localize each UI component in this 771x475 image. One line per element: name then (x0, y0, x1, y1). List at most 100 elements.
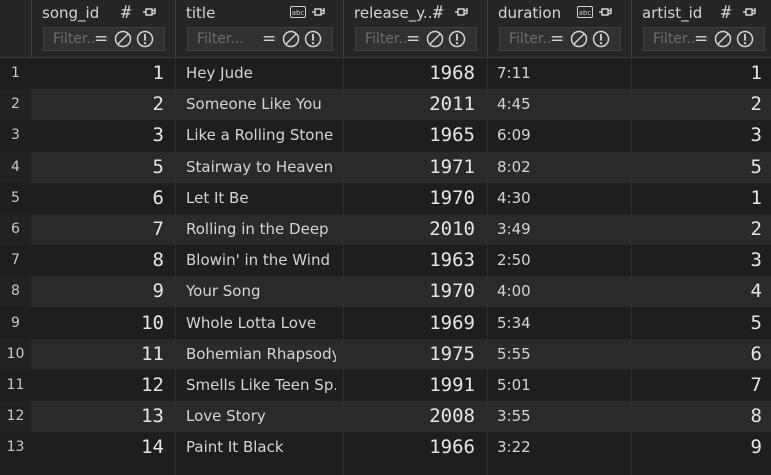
column-header-artist-id[interactable]: artist_id # = (631, 0, 771, 57)
column-header-title[interactable]: title abc = (175, 0, 343, 57)
column-header-release-year[interactable]: release_y... # = (343, 0, 487, 57)
cell-song-id[interactable]: 13 (31, 401, 164, 432)
table-row[interactable]: 6 7 Rolling in the Deep 2010 3:49 2 (0, 214, 771, 245)
pin-icon[interactable] (599, 4, 615, 20)
null-icon[interactable] (570, 30, 588, 48)
cell-release-year[interactable]: 1963 (343, 245, 475, 276)
pin-icon[interactable] (312, 4, 328, 20)
cell-release-year[interactable]: 1991 (343, 370, 475, 401)
info-icon[interactable] (736, 30, 754, 48)
cell-duration[interactable]: 7:11 (497, 58, 617, 89)
cell-artist-id[interactable]: 9 (631, 432, 762, 463)
cell-release-year[interactable]: 1971 (343, 152, 475, 183)
cell-title[interactable]: Whole Lotta Love (186, 308, 336, 339)
table-row[interactable]: 1 1 Hey Jude 1968 7:11 1 (0, 58, 771, 89)
cell-title[interactable]: Like a Rolling Stone (186, 120, 336, 151)
cell-release-year[interactable]: 2008 (343, 401, 475, 432)
pin-icon[interactable] (743, 4, 759, 20)
info-icon[interactable] (304, 30, 322, 48)
cell-artist-id[interactable]: 1 (631, 58, 762, 89)
cell-song-id[interactable]: 5 (31, 152, 164, 183)
filter-input[interactable] (188, 28, 262, 50)
cell-release-year[interactable]: 1966 (343, 432, 475, 463)
cell-title[interactable]: Smells Like Teen Sp... (186, 370, 336, 401)
cell-song-id[interactable]: 8 (31, 245, 164, 276)
column-divider[interactable] (487, 57, 488, 475)
cell-song-id[interactable]: 6 (31, 183, 164, 214)
cell-duration[interactable]: 5:34 (497, 308, 617, 339)
table-row[interactable]: 4 5 Stairway to Heaven 1971 8:02 5 (0, 151, 771, 183)
info-icon[interactable] (136, 30, 154, 48)
cell-song-id[interactable]: 1 (31, 58, 164, 89)
cell-duration[interactable]: 3:49 (497, 214, 617, 245)
cell-artist-id[interactable]: 1 (631, 183, 762, 214)
cell-song-id[interactable]: 9 (31, 276, 164, 307)
cell-duration[interactable]: 3:55 (497, 401, 617, 432)
info-icon[interactable] (448, 30, 466, 48)
table-row[interactable]: 10 11 Bohemian Rhapsody 1975 5:55 6 (0, 338, 771, 370)
cell-duration[interactable]: 4:00 (497, 276, 617, 307)
table-row[interactable]: 13 14 Paint It Black 1966 3:22 9 (0, 432, 771, 464)
cell-duration[interactable]: 4:30 (497, 183, 617, 214)
cell-title[interactable]: Paint It Black (186, 432, 336, 463)
column-divider[interactable] (175, 57, 176, 475)
cell-song-id[interactable]: 7 (31, 214, 164, 245)
equals-icon[interactable]: = (694, 29, 708, 49)
equals-icon[interactable]: = (406, 29, 420, 49)
cell-release-year[interactable]: 1969 (343, 308, 475, 339)
equals-icon[interactable]: = (550, 29, 564, 49)
table-row[interactable]: 3 3 Like a Rolling Stone 1965 6:09 3 (0, 120, 771, 152)
cell-duration[interactable]: 5:01 (497, 370, 617, 401)
pin-icon[interactable] (143, 4, 159, 20)
cell-title[interactable]: Stairway to Heaven (186, 152, 336, 183)
cell-artist-id[interactable]: 2 (631, 214, 762, 245)
null-icon[interactable] (426, 30, 444, 48)
cell-title[interactable]: Someone Like You (186, 89, 336, 120)
filter-input[interactable] (356, 28, 406, 50)
cell-title[interactable]: Hey Jude (186, 58, 336, 89)
cell-song-id[interactable]: 3 (31, 120, 164, 151)
cell-release-year[interactable]: 2010 (343, 214, 475, 245)
cell-release-year[interactable]: 1970 (343, 183, 475, 214)
cell-duration[interactable]: 6:09 (497, 120, 617, 151)
cell-duration[interactable]: 5:55 (497, 339, 617, 370)
table-row[interactable]: 7 8 Blowin' in the Wind 1963 2:50 3 (0, 245, 771, 277)
cell-artist-id[interactable]: 7 (631, 370, 762, 401)
cell-artist-id[interactable]: 3 (631, 245, 762, 276)
cell-release-year[interactable]: 2011 (343, 89, 475, 120)
table-row[interactable]: 5 6 Let It Be 1970 4:30 1 (0, 182, 771, 214)
cell-duration[interactable]: 4:45 (497, 89, 617, 120)
cell-song-id[interactable]: 10 (31, 308, 164, 339)
column-header-song-id[interactable]: song_id # = (31, 0, 175, 57)
column-header-duration[interactable]: duration abc = (487, 0, 631, 57)
filter-input[interactable] (500, 28, 550, 50)
cell-title[interactable]: Love Story (186, 401, 336, 432)
cell-duration[interactable]: 3:22 (497, 432, 617, 463)
cell-artist-id[interactable]: 2 (631, 89, 762, 120)
cell-title[interactable]: Bohemian Rhapsody (186, 339, 336, 370)
cell-song-id[interactable]: 12 (31, 370, 164, 401)
column-divider[interactable] (631, 57, 632, 475)
cell-artist-id[interactable]: 8 (631, 401, 762, 432)
cell-release-year[interactable]: 1975 (343, 339, 475, 370)
cell-song-id[interactable]: 14 (31, 432, 164, 463)
cell-title[interactable]: Your Song (186, 276, 336, 307)
table-row[interactable]: 12 13 Love Story 2008 3:55 8 (0, 401, 771, 433)
null-icon[interactable] (714, 30, 732, 48)
table-row[interactable]: 2 2 Someone Like You 2011 4:45 2 (0, 89, 771, 121)
cell-title[interactable]: Blowin' in the Wind (186, 245, 336, 276)
filter-input[interactable] (644, 28, 694, 50)
null-icon[interactable] (282, 30, 300, 48)
cell-title[interactable]: Rolling in the Deep (186, 214, 336, 245)
equals-icon[interactable]: = (94, 29, 108, 49)
null-icon[interactable] (114, 30, 132, 48)
equals-icon[interactable]: = (262, 29, 276, 49)
cell-release-year[interactable]: 1965 (343, 120, 475, 151)
cell-artist-id[interactable]: 6 (631, 339, 762, 370)
cell-title[interactable]: Let It Be (186, 183, 336, 214)
cell-artist-id[interactable]: 5 (631, 152, 762, 183)
cell-song-id[interactable]: 11 (31, 339, 164, 370)
cell-release-year[interactable]: 1968 (343, 58, 475, 89)
cell-artist-id[interactable]: 4 (631, 276, 762, 307)
table-row[interactable]: 11 12 Smells Like Teen Sp... 1991 5:01 7 (0, 370, 771, 401)
